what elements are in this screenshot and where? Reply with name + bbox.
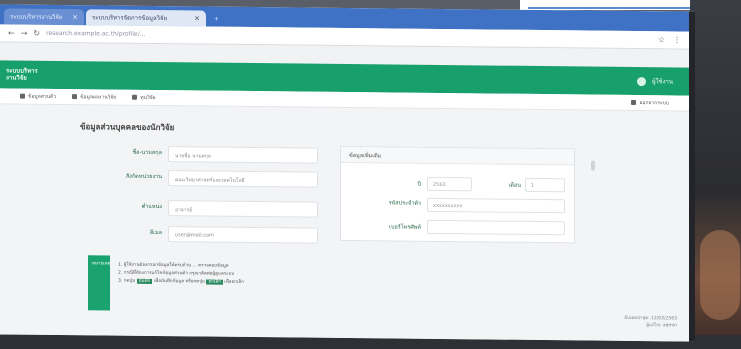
name-field[interactable]: นายชื่อ นามสกุล (168, 146, 318, 164)
tab-close-icon[interactable]: × (194, 14, 200, 22)
notice-line-3: 3. กดปุ่ม บันทึก เพื่อบันทึกข้อมูล หรือก… (118, 278, 244, 287)
new-tab-button[interactable]: + (208, 11, 226, 27)
browser-tab-1[interactable]: ระบบบริหารงานวิจัย × (4, 8, 84, 26)
field-label: ตำแหน่ง (141, 203, 162, 211)
profile-form: ชื่อ-นามสกุล นายชื่อ นามสกุล สังกัดหน่วย… (82, 145, 322, 248)
form-row-email: อีเมล user@mail.com (82, 225, 322, 244)
tab-title: ระบบบริหารจัดการข้อมูลวิจัย (92, 14, 168, 23)
nav-item-label: ข้อมูลผลงานวิจัย (80, 93, 117, 101)
browser-actions: ☆ ⋮ (658, 35, 681, 44)
nav-item-label: ทุนวิจัย (140, 94, 156, 101)
monitor-screen: ระบบบริหารงานวิจัย × ระบบบริหารจัดการข้อ… (0, 4, 695, 342)
notice-text-part: 3. กดปุ่ม (118, 278, 136, 284)
nav-item-label: ข้อมูลส่วนตัว (28, 93, 57, 100)
page-title: ข้อมูลส่วนบุคคลของนักวิจัย (80, 122, 175, 133)
url-field[interactable]: research.example.ac.th/profile/... (46, 30, 145, 38)
phone-field[interactable] (427, 219, 565, 236)
reload-icon[interactable]: ↻ (33, 29, 40, 38)
field-label: ปี (417, 181, 422, 188)
avatar-icon (637, 76, 647, 86)
photo-warm-object (700, 230, 740, 320)
browser-tab-2[interactable]: ระบบบริหารจัดการข้อมูลวิจัย × (86, 9, 206, 27)
forward-icon[interactable]: → (21, 29, 28, 38)
back-icon[interactable]: ← (8, 28, 15, 37)
menu-icon[interactable]: ⋮ (673, 35, 681, 44)
additional-info-panel: ข้อมูลเพิ่มเติม ปี 2563 เดือน 1 รหัสประจ… (340, 145, 575, 244)
user-icon (20, 93, 25, 99)
tab-title: ระบบบริหารงานวิจัย (10, 13, 63, 22)
department-field[interactable]: คณะวิทยาศาสตร์และเทคโนโลยี (168, 170, 318, 188)
app-brand[interactable]: ระบบบริหาร งานวิจัย (6, 67, 66, 82)
footer-info: อัปเดตล่าสุด: 12/03/2563 ผู้แก้ไข: admin (624, 315, 677, 330)
nav-item-grants[interactable]: ทุนวิจัย (132, 93, 156, 101)
position-field[interactable]: อาจารย์ (168, 200, 318, 218)
field-label: เบอร์โทรศัพท์ (389, 224, 421, 231)
field-label: อีเมล (149, 229, 162, 237)
field-label: รหัสประจำตัว (388, 200, 421, 207)
photo-background-right (690, 0, 741, 349)
user-menu[interactable]: ผู้ใช้งาน (637, 76, 683, 86)
month-field[interactable]: 1 (525, 177, 565, 193)
notice-text-part: เพื่อบันทึกข้อมูล หรือกดปุ่ม (153, 278, 206, 285)
notice-text: 1. ผู้ใช้งานต้องกรอกข้อมูลให้ครบถ้วน ...… (118, 262, 244, 287)
form-row-department: สังกัดหน่วยงาน คณะวิทยาศาสตร์และเทคโนโลย… (82, 169, 322, 188)
document-icon (72, 94, 78, 100)
logout-icon (631, 99, 637, 106)
notice-text-part: เพื่อยกเลิก (224, 279, 244, 285)
brand-line-2: งานวิจัย (6, 74, 27, 82)
email-field[interactable]: user@mail.com (168, 226, 318, 244)
field-label: สังกัดหน่วยงาน (125, 173, 162, 181)
cancel-hint-badge: ยกเลิก (206, 279, 223, 285)
field-label: เดือน (508, 182, 521, 189)
footer-line-2: ผู้แก้ไข: admin (646, 323, 677, 329)
user-name: ผู้ใช้งาน (652, 78, 673, 86)
form-row-position: ตำแหน่ง อาจารย์ (82, 199, 322, 218)
grant-icon (132, 94, 138, 100)
scrollbar-handle[interactable] (591, 160, 595, 171)
field-label: ชื่อ-นามสกุล (132, 149, 162, 157)
year-field[interactable]: 2563 (427, 176, 472, 192)
logout-label: ออกจากระบบ (639, 99, 669, 106)
notice-badge: หมายเหตุ (88, 255, 111, 311)
bookmark-star-icon[interactable]: ☆ (658, 35, 665, 44)
save-hint-badge: บันทึก (136, 278, 153, 284)
form-row-name: ชื่อ-นามสกุล นายชื่อ นามสกุล (82, 145, 322, 164)
nav-item-research[interactable]: ข้อมูลผลงานวิจัย (72, 93, 116, 101)
tab-close-icon[interactable]: × (72, 13, 78, 21)
nav-item-profile[interactable]: ข้อมูลส่วนตัว (20, 92, 56, 100)
main-content: ข้อมูลส่วนบุคคลของนักวิจัย ชื่อ-นามสกุล … (0, 104, 689, 342)
panel-header: ข้อมูลเพิ่มเติม (341, 146, 574, 166)
logout-link[interactable]: ออกจากระบบ (631, 98, 669, 106)
id-field[interactable]: xxxxxxxxxx (427, 197, 565, 214)
